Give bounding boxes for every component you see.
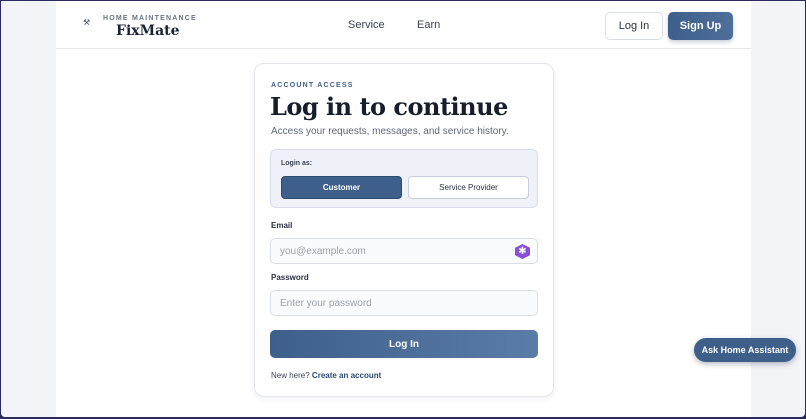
header-login-button[interactable]: Log In (605, 12, 663, 40)
email-field[interactable]: you@example.com ✱ (270, 238, 538, 264)
create-account-link[interactable]: Create an account (312, 371, 381, 380)
brand-name[interactable]: FixMate (116, 23, 180, 39)
brand-tagline: HOME MAINTENANCE (103, 15, 197, 22)
email-label: Email (271, 221, 293, 230)
role-customer-button[interactable]: Customer (281, 176, 402, 199)
app-frame: ⚒ HOME MAINTENANCE FixMate Service Earn … (1, 1, 805, 417)
page: ⚒ HOME MAINTENANCE FixMate Service Earn … (56, 1, 751, 417)
nav-link-service[interactable]: Service (348, 19, 385, 31)
card-eyebrow: ACCOUNT ACCESS (271, 82, 354, 89)
password-field[interactable]: Enter your password (270, 290, 538, 316)
login-card: ACCOUNT ACCESS Log in to continue Access… (254, 63, 554, 397)
page-title: Log in to continue (270, 92, 508, 121)
header-signup-button[interactable]: Sign Up (668, 12, 733, 40)
nav-link-earn[interactable]: Earn (417, 19, 440, 31)
password-label: Password (271, 273, 309, 282)
password-placeholder: Enter your password (280, 297, 372, 309)
logo-icon[interactable]: ⚒ (83, 19, 91, 27)
signup-prompt-text: New here? (271, 371, 310, 380)
role-selector: Login as: Customer Service Provider (270, 149, 538, 208)
ask-home-assistant-button[interactable]: Ask Home Assistant (694, 338, 796, 362)
email-placeholder: you@example.com (280, 245, 366, 257)
top-nav: ⚒ HOME MAINTENANCE FixMate Service Earn … (56, 1, 751, 49)
login-submit-button[interactable]: Log In (270, 330, 538, 358)
role-label: Login as: (281, 160, 313, 167)
role-provider-button[interactable]: Service Provider (408, 176, 529, 199)
signup-prompt: New here? Create an account (271, 371, 381, 380)
page-subtitle: Access your requests, messages, and serv… (271, 126, 509, 137)
password-manager-icon[interactable]: ✱ (515, 244, 530, 259)
